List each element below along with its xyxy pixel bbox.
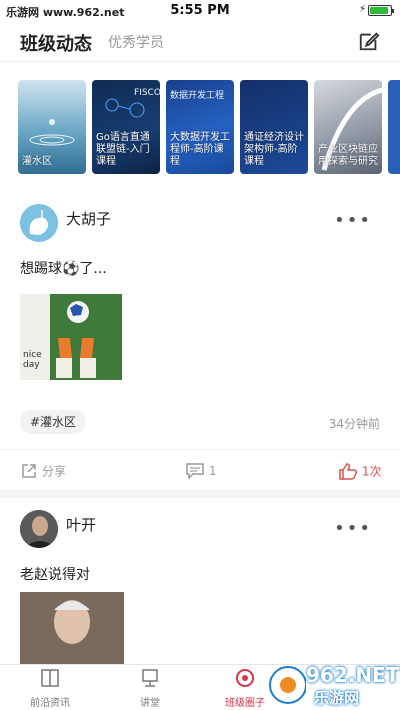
- topic-banner-list: 灌水区 FISCO Go语言直通联盟链-入门课程 数据开发工程 大数据开发工程师…: [18, 80, 400, 174]
- share-button[interactable]: 分享: [20, 462, 66, 480]
- watermark-brand: 962.NET: [306, 663, 400, 687]
- like-count: 1次: [361, 464, 382, 479]
- comment-button[interactable]: 1: [185, 462, 216, 480]
- top-nav: 班级动态 优秀学员: [0, 22, 400, 62]
- banner-label: 灌水区: [22, 156, 52, 167]
- tab-label: 前沿资讯: [30, 698, 70, 709]
- edit-icon[interactable]: [358, 30, 380, 52]
- banner-card[interactable]: 数据开发工程 大数据开发工程师-高阶课程: [166, 80, 234, 174]
- tab-lecture[interactable]: 讲堂: [110, 667, 190, 709]
- post-author[interactable]: 大胡子: [66, 208, 111, 229]
- watermark-logo-icon: [269, 666, 306, 704]
- tab-label: 讲堂: [140, 698, 160, 709]
- circle-icon: [236, 669, 254, 687]
- like-button[interactable]: 1次: [338, 462, 381, 480]
- monitor-icon: [142, 669, 158, 687]
- avatar[interactable]: [20, 204, 58, 242]
- post-image[interactable]: nice day: [20, 294, 122, 380]
- comment-count: 1: [208, 464, 217, 478]
- status-time: 5:55 PM: [170, 3, 230, 18]
- post-text: 想踢球⚽了...: [20, 261, 107, 277]
- banner-label: 产业区块链应用探索与研究: [318, 144, 378, 167]
- tab-class-feed[interactable]: 班级动态: [20, 30, 92, 56]
- post-time: 34分钟前: [328, 417, 380, 431]
- post-text: 老赵说得对: [20, 567, 90, 583]
- share-label: 分享: [41, 464, 66, 479]
- topic-tag[interactable]: #灌水区: [20, 410, 87, 434]
- watermark-text: 乐游网: [314, 689, 360, 707]
- battery-level: [370, 7, 388, 14]
- banner-card[interactable]: 灌水区: [18, 80, 86, 174]
- banner-card[interactable]: FISCO Go语言直通联盟链-入门课程: [92, 80, 160, 174]
- share-icon: [22, 464, 36, 478]
- banner-card[interactable]: 产业区块链应用探索与研究: [314, 80, 382, 174]
- divider: [0, 449, 400, 450]
- banner-card-partial[interactable]: [388, 80, 400, 174]
- charging-icon: ⚡: [358, 4, 366, 15]
- comment-icon: [186, 463, 204, 480]
- tab-top-students[interactable]: 优秀学员: [108, 32, 164, 52]
- site-watermark: 962.NET 乐游网: [266, 661, 400, 710]
- post-image[interactable]: [20, 592, 124, 664]
- battery-icon: [368, 5, 394, 16]
- post-author[interactable]: 叶开: [66, 514, 96, 535]
- thumbs-up-icon: [339, 463, 358, 480]
- section-divider: [0, 490, 400, 498]
- status-bar: 乐游网 www.962.net 5:55 PM ⚡: [0, 0, 400, 22]
- banner-label: 通证经济设计架构师-高阶课程: [244, 132, 304, 167]
- banner-card[interactable]: 通证经济设计架构师-高阶课程: [240, 80, 308, 174]
- banner-label: 大数据开发工程师-高阶课程: [170, 132, 230, 167]
- tab-news[interactable]: 前沿资讯: [10, 667, 90, 709]
- more-icon[interactable]: •••: [334, 518, 372, 539]
- avatar[interactable]: [20, 510, 58, 548]
- image-caption: nice day: [23, 350, 42, 370]
- banner-label: Go语言直通联盟链-入门课程: [96, 132, 150, 167]
- book-icon: [41, 669, 59, 687]
- banner-top-text: 数据开发工程: [170, 91, 225, 101]
- more-icon[interactable]: •••: [334, 210, 372, 231]
